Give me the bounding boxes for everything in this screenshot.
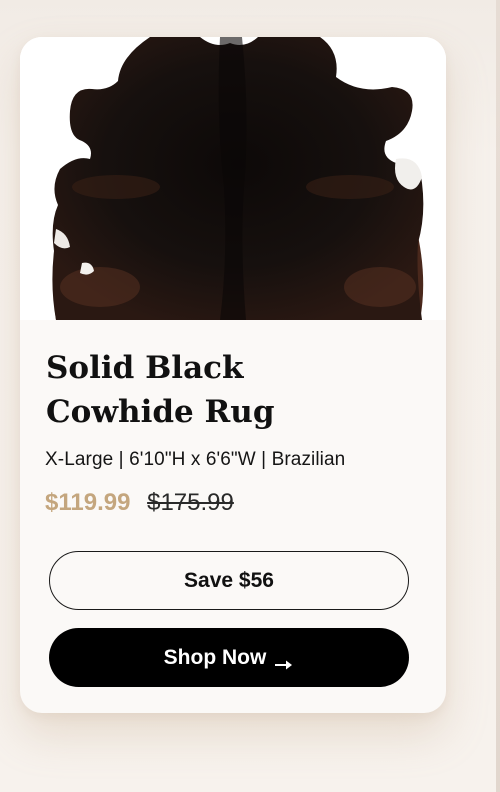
cowhide-rug-image [20, 37, 446, 320]
adjacent-card-edge [496, 0, 500, 792]
shop-now-button[interactable]: Shop Now [49, 628, 409, 687]
product-image[interactable] [20, 37, 446, 320]
original-price: $175.99 [147, 489, 234, 516]
product-card: Solid Black Cowhide Rug X-Large | 6'10"H… [20, 37, 446, 713]
save-button[interactable]: Save $56 [49, 551, 409, 610]
sale-price: $119.99 [45, 489, 131, 516]
product-title-line-1: Solid Black [46, 350, 244, 386]
product-title[interactable]: Solid Black Cowhide Rug [46, 346, 406, 434]
product-specs: X-Large | 6'10"H x 6'6"W | Brazilian [45, 449, 346, 470]
save-button-label: Save $56 [184, 568, 274, 592]
price-row: $119.99 $175.99 [45, 489, 234, 517]
product-title-line-2: Cowhide Rug [46, 394, 275, 430]
arrow-right-icon [274, 653, 294, 669]
shop-now-label: Shop Now [163, 645, 267, 669]
page-background: Solid Black Cowhide Rug X-Large | 6'10"H… [0, 0, 500, 792]
